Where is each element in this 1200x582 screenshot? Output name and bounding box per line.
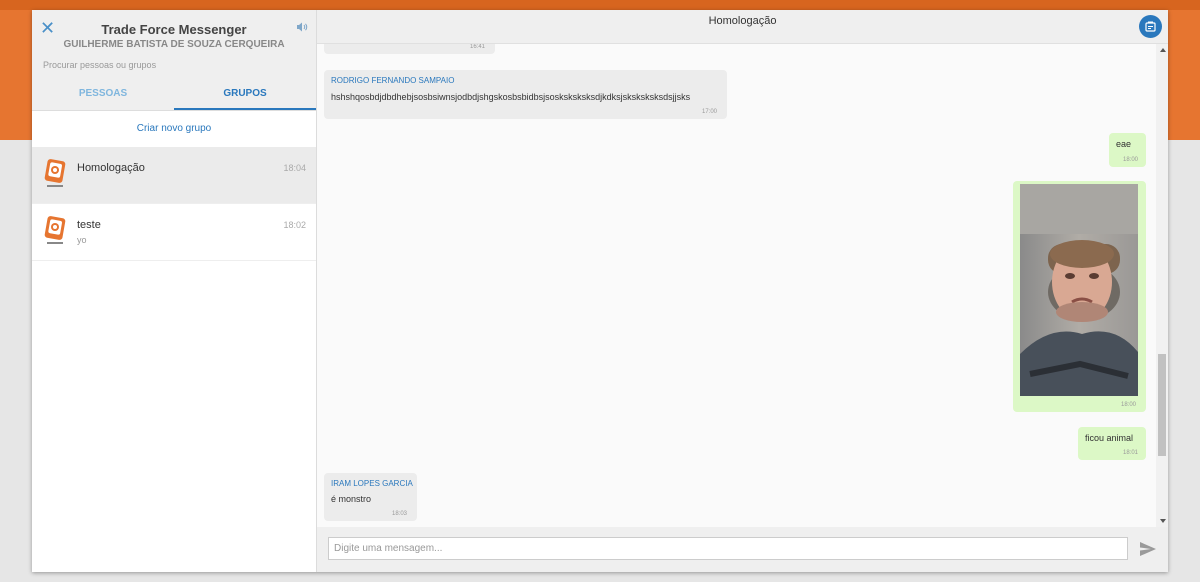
chat-panel: Homologação 16:41 RODRIGO FERNANDO SAMPA…	[317, 10, 1168, 572]
message-text: ficou animal	[1085, 433, 1134, 443]
group-info-button[interactable]	[1139, 15, 1162, 38]
message-sender: RODRIGO FERNANDO SAMPAIO	[331, 76, 455, 85]
message-time: 16:41	[469, 44, 485, 50]
search-input[interactable]	[43, 58, 303, 72]
message-bubble: ficou animal 18:01	[1078, 427, 1146, 460]
scrollbar[interactable]	[1156, 44, 1168, 527]
message-sender: IRAM LOPES GARCIA	[331, 479, 413, 488]
message-bubble: IRAM LOPES GARCIA é monstro 18:03	[324, 473, 417, 521]
user-name: GUILHERME BATISTA DE SOUZA CERQUEIRA	[63, 39, 285, 50]
composer	[317, 527, 1168, 572]
group-time: 18:02	[283, 220, 306, 230]
message-input[interactable]	[328, 537, 1128, 560]
group-name: teste	[77, 219, 101, 231]
group-item-homologacao[interactable]: Homologação 18:04	[32, 147, 316, 204]
group-logo-icon	[44, 159, 66, 187]
shared-photo[interactable]	[1020, 184, 1138, 396]
scroll-up-arrow[interactable]	[1160, 48, 1166, 52]
message-bubble: 16:41	[324, 44, 495, 54]
message-time: 18:03	[391, 511, 407, 517]
message-time: 17:00	[701, 109, 717, 115]
tab-pessoas[interactable]: PESSOAS	[32, 76, 174, 110]
group-time: 18:04	[283, 163, 306, 173]
message-list[interactable]: 16:41 RODRIGO FERNANDO SAMPAIO hshshqosb…	[317, 44, 1168, 527]
message-text: hshshqosbdjdbdhebjsosbsiwnsjodbdjshgskos…	[331, 92, 691, 102]
group-name: Homologação	[77, 162, 145, 174]
send-icon[interactable]	[1139, 541, 1157, 557]
group-last-message: yo	[77, 235, 87, 245]
app-title: Trade Force Messenger	[101, 22, 247, 37]
message-bubble: RODRIGO FERNANDO SAMPAIO hshshqosbdjdbdh…	[324, 70, 727, 119]
group-item-teste[interactable]: teste 18:02 yo	[32, 204, 316, 261]
messenger-window: ✕ Trade Force Messenger GUILHERME BATIST…	[32, 10, 1168, 572]
message-text: é monstro	[331, 494, 372, 504]
message-time: 18:00	[1120, 402, 1136, 408]
message-time: 18:00	[1122, 157, 1138, 163]
tabs: PESSOAS GRUPOS	[32, 76, 316, 111]
message-image-bubble[interactable]: 18:00	[1013, 181, 1146, 412]
tab-grupos[interactable]: GRUPOS	[174, 76, 316, 110]
message-time: 18:01	[1122, 450, 1138, 456]
message-text: eae	[1116, 139, 1132, 149]
scroll-down-arrow[interactable]	[1160, 519, 1166, 523]
sidebar-header: ✕ Trade Force Messenger GUILHERME BATIST…	[32, 10, 316, 76]
group-logo-icon	[44, 216, 66, 244]
scroll-thumb[interactable]	[1158, 354, 1166, 456]
sidebar: ✕ Trade Force Messenger GUILHERME BATIST…	[32, 10, 317, 572]
chat-header: Homologação	[317, 10, 1168, 44]
create-group-link[interactable]: Criar novo grupo	[32, 111, 316, 147]
info-icon	[1145, 21, 1156, 32]
message-bubble: eae 18:00	[1109, 133, 1146, 167]
chat-title: Homologação	[708, 15, 777, 27]
